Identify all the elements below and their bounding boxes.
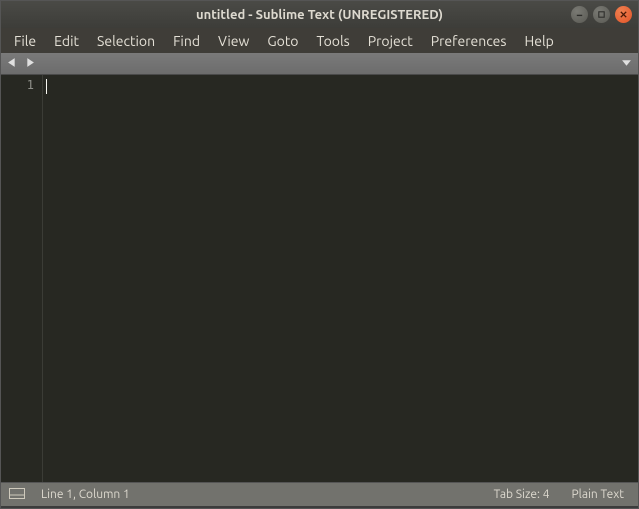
menu-selection[interactable]: Selection bbox=[88, 30, 164, 52]
gutter: 1 bbox=[1, 75, 43, 482]
menu-preferences[interactable]: Preferences bbox=[422, 30, 516, 52]
menu-view[interactable]: View bbox=[209, 30, 258, 52]
triangle-left-icon bbox=[7, 57, 18, 68]
triangle-right-icon bbox=[24, 57, 35, 68]
menu-project[interactable]: Project bbox=[359, 30, 422, 52]
titlebar: untitled - Sublime Text (UNREGISTERED) bbox=[1, 1, 638, 28]
menu-goto[interactable]: Goto bbox=[258, 30, 307, 52]
text-cursor bbox=[46, 79, 47, 94]
window-title: untitled - Sublime Text (UNREGISTERED) bbox=[7, 8, 632, 22]
panel-icon bbox=[9, 488, 25, 499]
minimize-icon bbox=[575, 10, 584, 19]
triangle-down-icon bbox=[621, 57, 632, 68]
menu-help[interactable]: Help bbox=[515, 30, 562, 52]
line-number: 1 bbox=[1, 78, 34, 92]
statusbar: Line 1, Column 1 Tab Size: 4 Plain Text bbox=[1, 482, 638, 506]
editor-body[interactable] bbox=[43, 75, 638, 482]
maximize-button[interactable] bbox=[593, 6, 610, 23]
tab-dropdown-button[interactable] bbox=[621, 57, 632, 71]
window-controls bbox=[571, 6, 632, 23]
tab-next-button[interactable] bbox=[24, 57, 35, 71]
close-button[interactable] bbox=[615, 6, 632, 23]
editor: 1 bbox=[1, 75, 638, 482]
menu-edit[interactable]: Edit bbox=[45, 30, 88, 52]
status-tab-size[interactable]: Tab Size: 4 bbox=[488, 488, 556, 501]
menu-tools[interactable]: Tools bbox=[308, 30, 359, 52]
menu-find[interactable]: Find bbox=[164, 30, 209, 52]
minimize-button[interactable] bbox=[571, 6, 588, 23]
tab-prev-button[interactable] bbox=[7, 57, 18, 71]
menubar: File Edit Selection Find View Goto Tools… bbox=[1, 28, 638, 53]
status-syntax[interactable]: Plain Text bbox=[565, 488, 630, 501]
close-icon bbox=[619, 10, 628, 19]
panel-switcher-button[interactable] bbox=[9, 488, 25, 502]
menu-file[interactable]: File bbox=[5, 30, 45, 52]
tabbar bbox=[1, 53, 638, 75]
status-position[interactable]: Line 1, Column 1 bbox=[35, 488, 136, 501]
maximize-icon bbox=[597, 10, 606, 19]
tab-nav bbox=[7, 57, 35, 71]
